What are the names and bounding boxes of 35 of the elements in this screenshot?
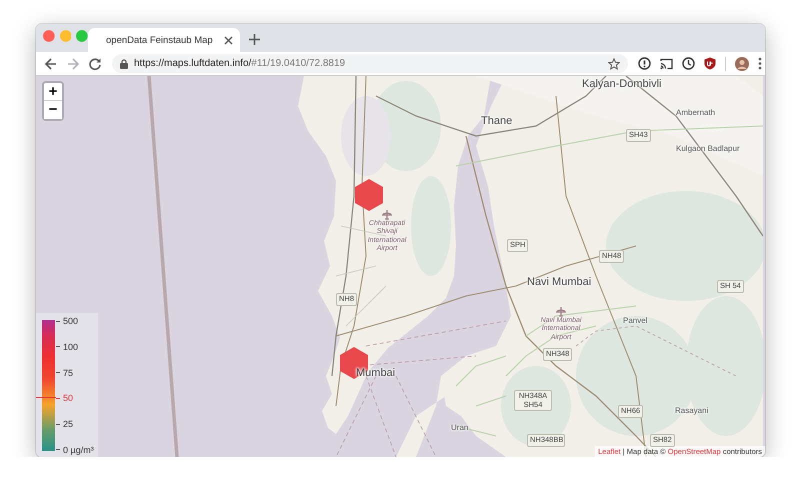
legend-label: 50 [63,393,74,404]
reload-icon[interactable] [88,56,102,70]
city-label: Navi Mumbai [527,276,592,288]
zoom-out-button[interactable]: − [44,101,62,119]
avatar-icon[interactable] [735,56,749,70]
url-text: https://maps.luftdaten.info/#11/19.0410/72.8819 [134,58,346,69]
info-icon[interactable] [638,57,651,70]
legend-label: 75 [63,368,74,378]
legend-marker [36,397,56,398]
star-icon[interactable] [608,58,620,70]
hexagon-marker[interactable] [355,179,383,211]
new-tab-icon[interactable] [249,34,260,45]
legend-label: 500 [63,316,78,326]
clock-icon[interactable] [682,57,695,70]
shield-icon[interactable] [704,57,716,70]
cast-icon[interactable] [660,58,673,70]
zoom-in-button[interactable]: + [44,83,62,101]
menu-icon[interactable] [758,57,762,70]
address-bar[interactable]: https://maps.luftdaten.info/#11/19.0410/72.8819 [112,54,628,73]
lock-icon [120,58,128,68]
city-label: Thane [481,115,512,127]
tab-title: openData Feinstaub Map [106,34,213,46]
back-icon[interactable] [44,56,58,70]
legend-label: 0 µg/m³ [63,444,94,455]
town-label: Uran [451,423,468,432]
map-drawing[interactable] [36,76,763,457]
town-label: Rasayani [675,406,708,415]
browser-tab[interactable]: openData Feinstaub Map [88,28,240,52]
town-label: Panvel [623,316,648,325]
airport-icon [382,210,392,220]
airport-icon [556,307,566,317]
legend-label: 100 [63,342,78,352]
town-label: Ambernath [676,108,716,117]
close-icon[interactable] [224,36,233,44]
legend-label: 25 [63,419,74,430]
